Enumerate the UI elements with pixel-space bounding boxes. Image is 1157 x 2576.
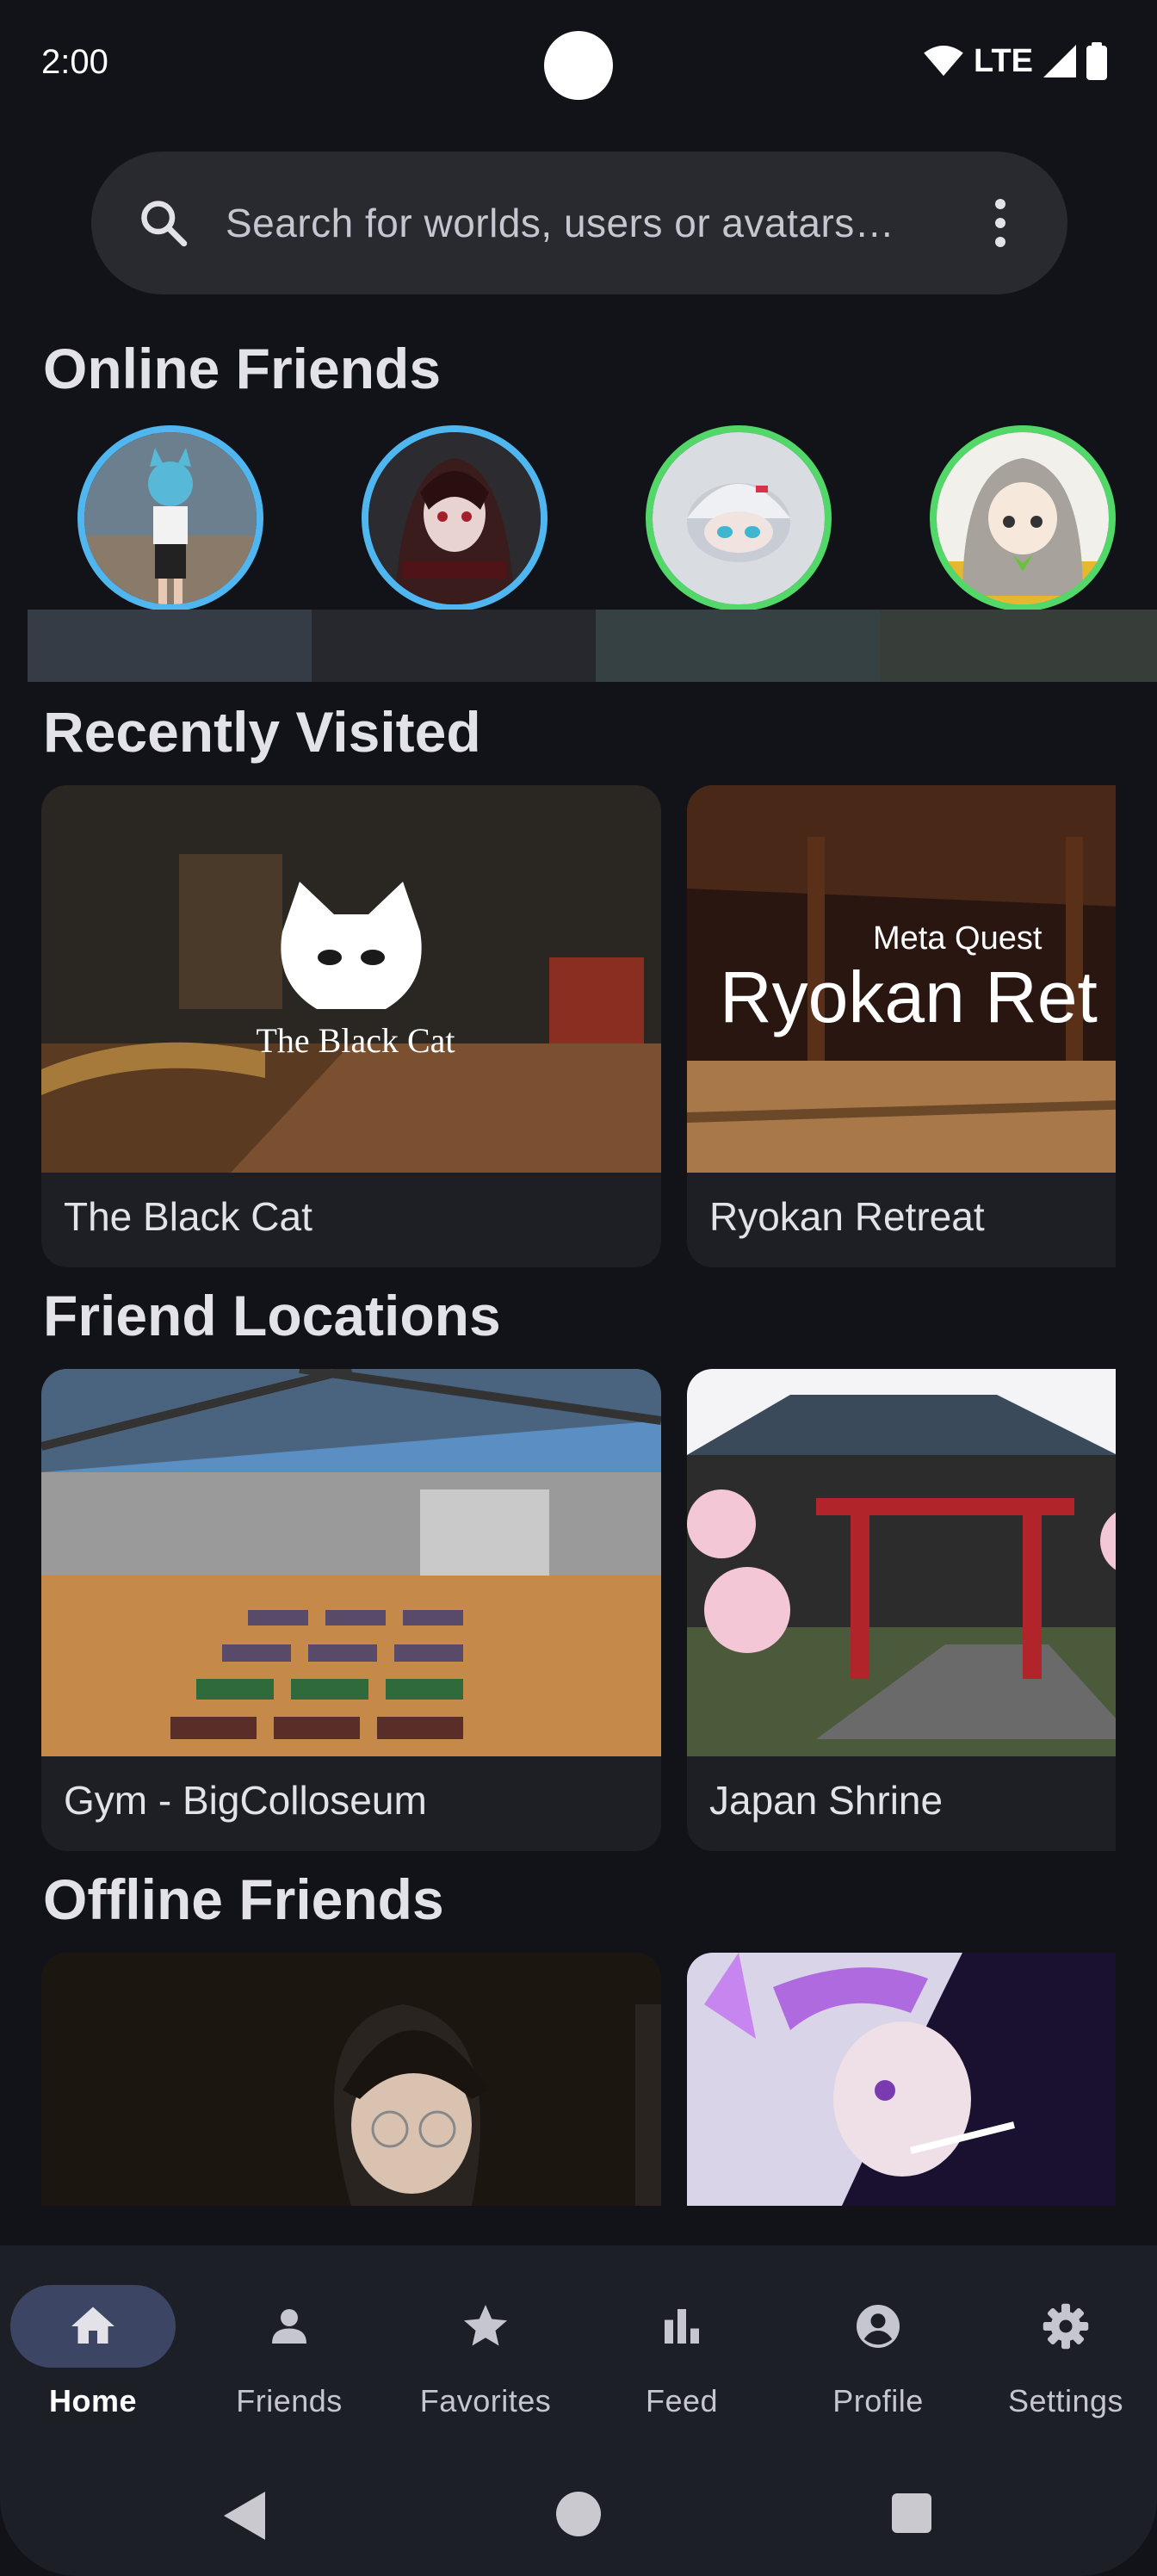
recents-icon[interactable] [892, 2493, 931, 2533]
friend-thumbnail [687, 1953, 1116, 2206]
world-thumbnail [687, 1369, 1116, 1756]
camera-cutout [544, 31, 613, 100]
back-icon[interactable] [220, 2488, 269, 2543]
nav-label-feed: Feed [645, 2383, 719, 2418]
signal-icon [1043, 45, 1076, 77]
status-icons: LTE [924, 40, 1107, 83]
search-icon[interactable] [138, 197, 189, 249]
friend-name-strip [880, 610, 1157, 682]
friend-item[interactable] [880, 425, 1157, 682]
world-thumbnail: Meta Quest Ryokan Ret [687, 785, 1116, 1173]
account-circle-icon[interactable] [852, 2300, 904, 2352]
avatar[interactable] [930, 425, 1116, 611]
world-thumbnail: The Black Cat [41, 785, 661, 1173]
thumbnail-brand: Meta Quest [873, 920, 1043, 957]
nav-label-settings: Settings [1007, 2383, 1124, 2418]
world-card[interactable]: Meta Quest Ryokan Ret Ryokan Retreat [687, 785, 1116, 1267]
battery-icon [1086, 42, 1107, 80]
nav-label-friends: Friends [236, 2383, 343, 2418]
nav-item-feed[interactable]: Feed [589, 2278, 785, 2424]
avatar[interactable] [362, 425, 548, 611]
app-screen: 2:00 LTE Search for worlds, users or ava… [0, 0, 1157, 2576]
world-name: Gym - BigColloseum [64, 1778, 427, 1823]
nav-label-profile: Profile [832, 2383, 924, 2418]
offline-friends-row [41, 1953, 1116, 2206]
section-title-offline-friends: Offline Friends [43, 1867, 444, 1931]
friend-name-strip [28, 610, 312, 682]
system-navigation-bar [0, 2459, 1157, 2576]
avatar[interactable] [77, 425, 263, 611]
nav-item-friends[interactable]: Friends [196, 2278, 393, 2424]
world-name: Japan Shrine [709, 1778, 944, 1823]
wifi-icon [924, 45, 963, 77]
nav-label-home: Home [48, 2383, 138, 2418]
more-vert-icon[interactable] [993, 199, 1007, 247]
nav-item-settings[interactable]: Settings [973, 2278, 1157, 2424]
status-time: 2:00 [41, 43, 108, 81]
world-name: Ryokan Retreat [709, 1194, 985, 1239]
nav-item-profile[interactable]: Profile [785, 2278, 981, 2424]
friend-item[interactable] [28, 425, 312, 682]
friend-thumbnail [41, 1953, 661, 2206]
world-thumbnail [41, 1369, 661, 1756]
world-card[interactable]: Japan Shrine [687, 1369, 1116, 1851]
friend-name-strip [312, 610, 596, 682]
friend-card[interactable] [687, 1953, 1116, 2206]
friend-name-strip [596, 610, 880, 682]
network-type: LTE [974, 42, 1033, 79]
friend-card[interactable] [41, 1953, 661, 2206]
home-button-icon[interactable] [556, 2492, 601, 2536]
friend-locations-row: Gym - BigColloseum Japan Shrine [41, 1369, 1116, 1851]
person-icon[interactable] [263, 2300, 315, 2352]
nav-label-favorites: Favorites [419, 2383, 552, 2418]
section-title-recently-visited: Recently Visited [43, 700, 481, 764]
star-icon[interactable] [460, 2300, 511, 2352]
friend-item[interactable] [596, 425, 880, 682]
online-friends-row [28, 425, 1157, 682]
nav-item-home[interactable]: Home [0, 2278, 196, 2424]
thumbnail-title: The Black Cat [256, 1021, 455, 1060]
section-title-online-friends: Online Friends [43, 337, 442, 400]
recently-visited-row: The Black Cat The Black Cat Meta Quest R… [41, 785, 1116, 1267]
search-bar[interactable]: Search for worlds, users or avatars… [91, 152, 1067, 294]
home-icon[interactable] [67, 2300, 119, 2352]
avatar[interactable] [646, 425, 832, 611]
search-input[interactable]: Search for worlds, users or avatars… [226, 200, 894, 246]
world-card[interactable]: The Black Cat The Black Cat [41, 785, 661, 1267]
bottom-navigation: Home Friends Favorites Feed Profile Sett… [0, 2245, 1157, 2459]
world-card[interactable]: Gym - BigColloseum [41, 1369, 661, 1851]
world-name: The Black Cat [64, 1194, 312, 1239]
thumbnail-title: Ryokan Ret [720, 957, 1098, 1037]
nav-item-favorites[interactable]: Favorites [393, 2278, 589, 2424]
bar-chart-icon[interactable] [656, 2300, 708, 2352]
section-title-friend-locations: Friend Locations [43, 1284, 501, 1347]
friend-item[interactable] [312, 425, 596, 682]
status-bar: 2:00 LTE [0, 0, 1157, 129]
gear-icon[interactable] [1040, 2300, 1092, 2352]
